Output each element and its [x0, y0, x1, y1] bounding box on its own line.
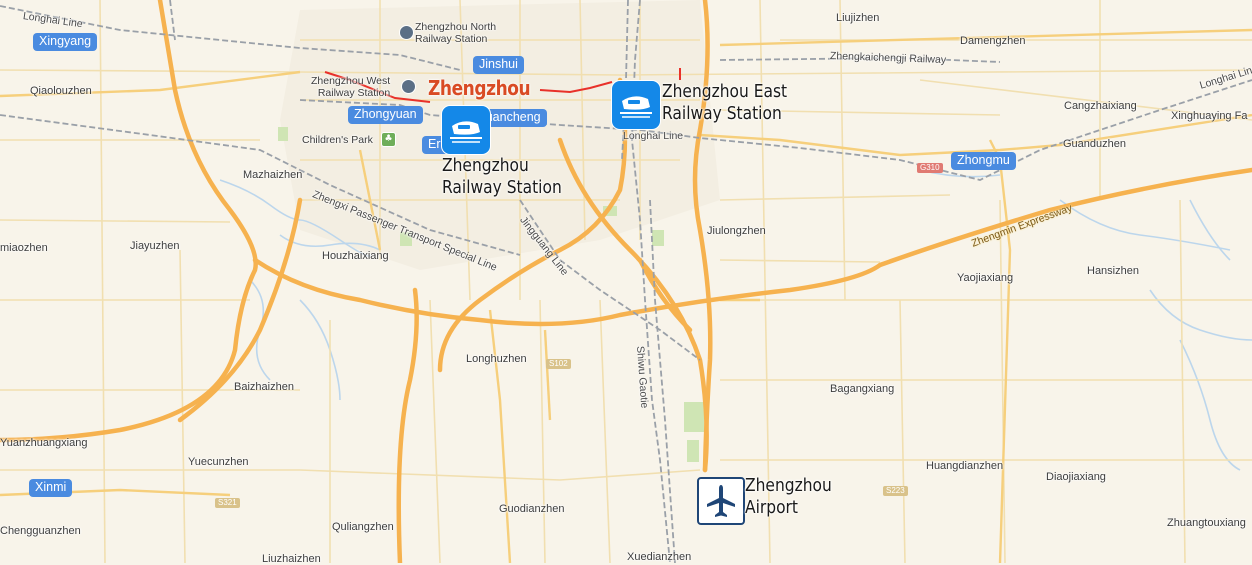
place-label[interactable]: Longhuzhen — [466, 353, 527, 365]
place-label[interactable]: Baizhaizhen — [234, 381, 294, 393]
place-label[interactable]: Damengzhen — [960, 35, 1025, 47]
district-badge-zhongmu[interactable]: Zhongmu — [951, 152, 1016, 170]
poi-label-railway-station[interactable]: Zhengzhou Railway Station — [442, 155, 562, 199]
district-badge-xingyang[interactable]: Xingyang — [33, 33, 98, 51]
district-badge-xinmi[interactable]: Xinmi — [29, 479, 73, 497]
place-label[interactable]: Quliangzhen — [332, 521, 394, 533]
poi-label-childrens-park[interactable]: Children's Park — [302, 134, 373, 146]
rail-label-longhai-center: Longhai Line — [623, 130, 684, 142]
place-label[interactable]: Yuecunzhen — [188, 456, 249, 468]
place-label[interactable]: Hansizhen — [1087, 265, 1139, 277]
place-label[interactable]: Guodianzhen — [499, 503, 564, 515]
place-label[interactable]: Bagangxiang — [830, 383, 894, 395]
road-shield-s321: S321 — [215, 498, 240, 508]
airplane-icon[interactable] — [697, 477, 745, 525]
district-badge-jinshui[interactable]: Jinshui — [473, 56, 524, 74]
poi-label-west-station[interactable]: Zhengzhou West Railway Station — [311, 75, 390, 99]
place-label[interactable]: Jiayuzhen — [130, 240, 180, 252]
city-label-zhengzhou[interactable]: Zhengzhou — [428, 76, 531, 100]
road-shield-s223: S223 — [883, 486, 908, 496]
place-label[interactable]: Zhuangtouxiang — [1167, 517, 1246, 529]
place-label[interactable]: Houzhaixiang — [322, 250, 389, 262]
high-speed-train-icon[interactable] — [442, 106, 490, 154]
place-label[interactable]: Jiulongzhen — [707, 225, 766, 237]
poi-label-east-station[interactable]: Zhengzhou East Railway Station — [662, 81, 787, 125]
road-shield-g310: G310 — [917, 163, 943, 173]
place-label[interactable]: Cangzhaixiang — [1064, 100, 1137, 112]
place-label[interactable]: Xinghuaying Fa — [1171, 110, 1247, 122]
place-label[interactable]: Diaojiaxiang — [1046, 471, 1106, 483]
poi-label-north-station[interactable]: Zhengzhou North Railway Station — [415, 21, 496, 45]
place-label[interactable]: Qiaolouzhen — [30, 85, 92, 97]
place-label[interactable]: Yuanzhuangxiang — [0, 437, 87, 449]
poi-label-airport[interactable]: Zhengzhou Airport — [745, 475, 832, 519]
place-label[interactable]: Huangdianzhen — [926, 460, 1003, 472]
road-shield-s102: S102 — [546, 359, 571, 369]
high-speed-train-icon[interactable] — [612, 81, 660, 129]
place-label[interactable]: Liuzhaizhen — [262, 553, 321, 565]
railway-station-icon[interactable] — [399, 25, 414, 40]
park-tree-icon[interactable]: ♣ — [381, 132, 396, 147]
district-badge-zhongyuan[interactable]: Zhongyuan — [348, 106, 423, 124]
place-label[interactable]: Mazhaizhen — [243, 169, 302, 181]
place-label[interactable]: Xuedianzhen — [627, 551, 691, 563]
place-label[interactable]: Yaojiaxiang — [957, 272, 1013, 284]
place-label[interactable]: Chengguanzhen — [0, 525, 81, 537]
place-label[interactable]: Guanduzhen — [1063, 138, 1126, 150]
railway-station-icon[interactable] — [401, 79, 416, 94]
place-label[interactable]: miaozhen — [0, 242, 48, 254]
place-label[interactable]: Liujizhen — [836, 12, 879, 24]
